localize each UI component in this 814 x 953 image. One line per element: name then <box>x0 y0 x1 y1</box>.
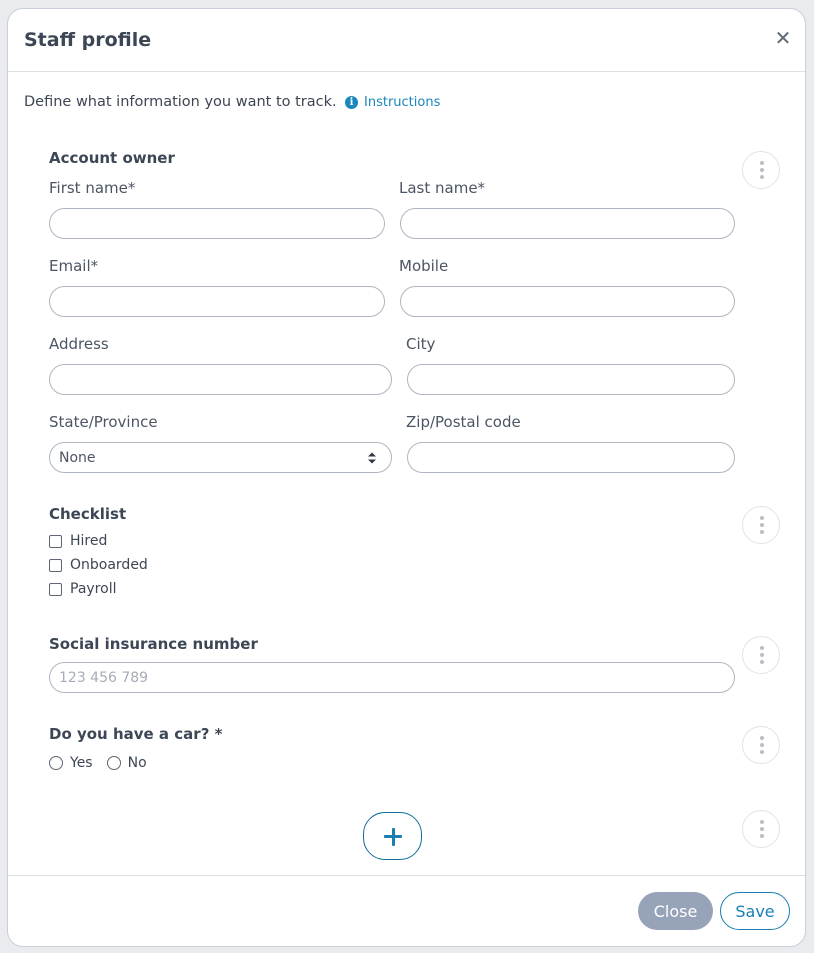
checklist-item-label: Hired <box>70 533 108 549</box>
address-label: Address <box>49 335 109 353</box>
instructions-link[interactable]: i Instructions <box>345 95 440 110</box>
mobile-label: Mobile <box>399 257 449 275</box>
email-label: Email* <box>49 257 99 275</box>
modal-footer: Close Save <box>8 875 805 946</box>
mobile-input[interactable] <box>400 286 735 317</box>
first-name-label: First name* <box>49 179 136 197</box>
car-menu-button[interactable] <box>742 726 780 764</box>
sin-menu-button[interactable] <box>742 636 780 674</box>
add-field-menu-button[interactable] <box>742 810 780 848</box>
checkbox[interactable] <box>49 582 62 596</box>
kebab-menu-icon <box>760 820 764 824</box>
instructions-label: Instructions <box>364 95 441 110</box>
state-selected-value: None <box>59 449 96 466</box>
section-title-sin: Social insurance number <box>49 635 258 653</box>
checklist-item-onboarded[interactable]: Onboarded <box>49 557 148 573</box>
sin-input[interactable]: 123 456 789 <box>49 662 735 693</box>
info-icon: i <box>345 96 358 109</box>
address-input[interactable] <box>49 364 392 395</box>
city-input[interactable] <box>407 364 735 395</box>
section-title-car: Do you have a car? * <box>49 725 223 743</box>
modal-header: Staff profile ✕ <box>8 9 805 72</box>
kebab-menu-icon <box>760 516 764 520</box>
checklist-item-hired[interactable]: Hired <box>49 533 107 549</box>
modal-title: Staff profile <box>24 29 152 51</box>
radio-yes-label: Yes <box>70 755 93 771</box>
first-name-input[interactable] <box>49 208 385 239</box>
last-name-label: Last name* <box>399 179 486 197</box>
email-input[interactable] <box>49 286 385 317</box>
checklist-menu-button[interactable] <box>742 506 780 544</box>
radio-no-label: No <box>127 755 147 771</box>
checklist-item-payroll[interactable]: Payroll <box>49 581 116 597</box>
zip-input[interactable] <box>407 442 735 473</box>
close-button[interactable]: Close <box>638 892 713 930</box>
state-label: State/Province <box>49 413 158 431</box>
checkbox[interactable] <box>49 558 62 572</box>
car-radio-group: Yes No <box>49 755 147 771</box>
zip-label: Zip/Postal code <box>406 413 521 431</box>
section-title-account-owner: Account owner <box>49 149 175 167</box>
kebab-menu-icon <box>760 736 764 740</box>
staff-profile-modal: Staff profile ✕ Define what information … <box>7 8 806 947</box>
account-owner-menu-button[interactable] <box>742 151 780 189</box>
radio-no[interactable] <box>106 756 121 770</box>
checklist-item-label: Payroll <box>70 581 117 597</box>
kebab-menu-icon <box>760 161 764 165</box>
save-button[interactable]: Save <box>720 892 790 930</box>
section-title-checklist: Checklist <box>49 505 127 523</box>
kebab-menu-icon <box>760 646 764 650</box>
radio-yes[interactable] <box>49 756 63 770</box>
select-arrows-icon <box>368 452 376 464</box>
add-field-button[interactable] <box>363 812 422 860</box>
intro-text: Define what information you want to trac… <box>24 94 337 110</box>
modal-body: Define what information you want to trac… <box>8 73 805 876</box>
state-select[interactable]: None <box>49 442 392 473</box>
checkbox[interactable] <box>49 534 62 548</box>
checklist-item-label: Onboarded <box>70 557 148 573</box>
city-label: City <box>406 335 436 353</box>
last-name-input[interactable] <box>400 208 735 239</box>
close-icon[interactable]: ✕ <box>771 26 795 50</box>
